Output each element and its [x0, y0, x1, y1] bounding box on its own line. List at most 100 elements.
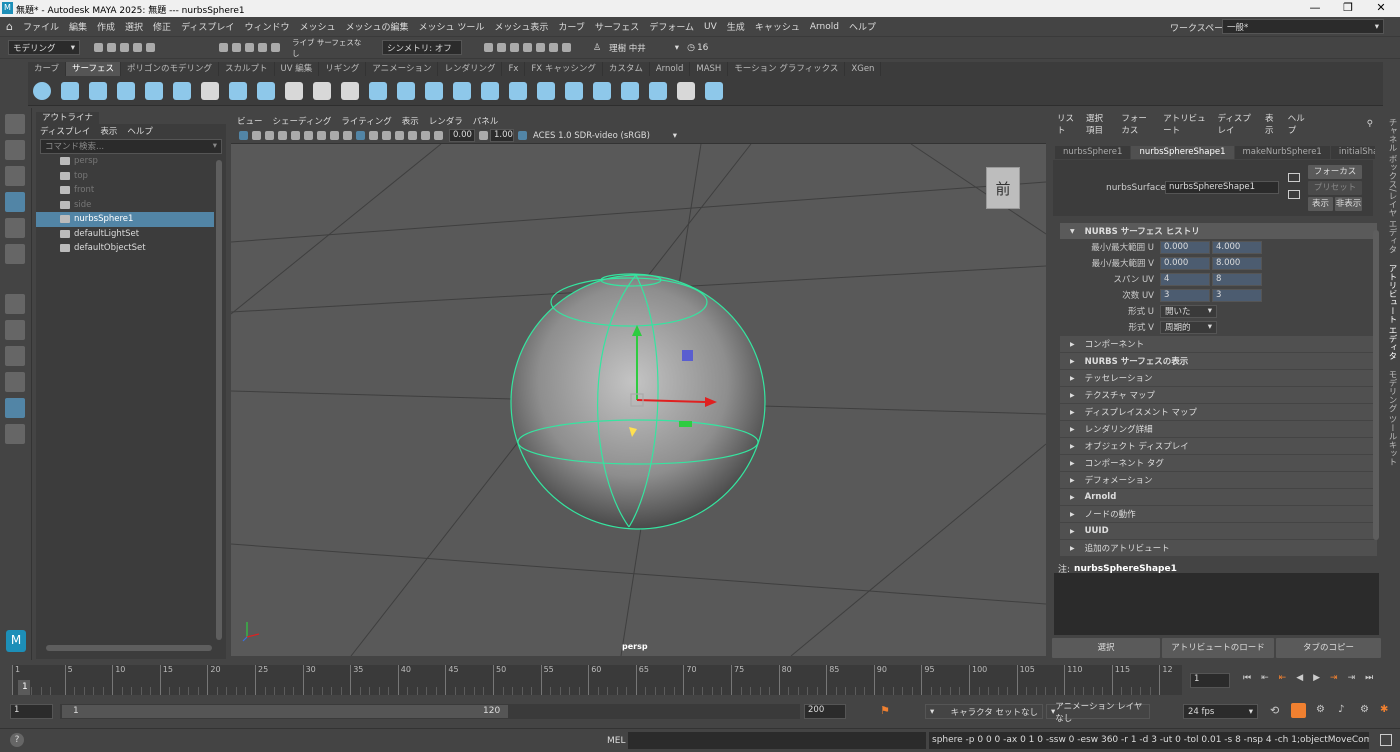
- fps-select[interactable]: 24 fps ▾: [1183, 704, 1258, 719]
- curve-tool-icon[interactable]: [5, 294, 25, 314]
- side-tab-channel-box[interactable]: チャネル ボックス/レイヤ エディタ: [1386, 118, 1398, 254]
- outliner-item[interactable]: nurbsSphere1: [36, 212, 214, 227]
- attr-field-b[interactable]: 3: [1212, 288, 1262, 302]
- paint-select-icon[interactable]: [5, 166, 25, 186]
- nurbs-cylinder-icon[interactable]: [89, 81, 107, 100]
- end-frame-field[interactable]: 200: [804, 704, 846, 719]
- grid-icon[interactable]: [317, 131, 326, 140]
- ae-menu-attributes[interactable]: アトリビュート: [1163, 112, 1207, 136]
- snap-curve-icon[interactable]: [232, 43, 241, 52]
- section-header[interactable]: Arnold: [1060, 489, 1377, 505]
- ae-menu-help[interactable]: ヘルプ: [1288, 112, 1307, 136]
- menu-item-7[interactable]: メッシュ: [299, 20, 335, 33]
- move-tool-icon[interactable]: [5, 192, 25, 212]
- prev-key-icon[interactable]: ⇤: [1279, 673, 1287, 683]
- outliner-menu-show[interactable]: 表示: [100, 125, 117, 137]
- anim-layer-select[interactable]: ▾ アニメーション レイヤなし: [1046, 702, 1150, 724]
- section-header[interactable]: レンダリング詳細: [1060, 421, 1377, 437]
- mode-select[interactable]: モデリング ▾: [8, 40, 80, 55]
- shelf-tab-8[interactable]: Fx: [502, 62, 526, 76]
- loft-icon[interactable]: [229, 81, 247, 100]
- ae-menu-display[interactable]: ディスプレイ: [1217, 112, 1255, 136]
- snap-point-icon[interactable]: [245, 43, 254, 52]
- shelf-tab-3[interactable]: スカルプト: [219, 62, 275, 76]
- time-editor-icon[interactable]: ✱: [1380, 704, 1388, 715]
- image-plane-icon[interactable]: [278, 131, 287, 140]
- side-tab-modeling-toolkit[interactable]: モデリング ツールキット: [1386, 370, 1398, 466]
- shelf-tab-0[interactable]: カーブ: [28, 62, 66, 76]
- shelf-tab-5[interactable]: リギング: [319, 62, 367, 76]
- outliner-item[interactable]: defaultObjectSet: [36, 241, 214, 256]
- nurbs-sphere-icon[interactable]: [33, 81, 51, 100]
- section-header[interactable]: NURBS サーフェスの表示: [1060, 353, 1377, 369]
- ae-scrollbar[interactable]: [1373, 230, 1379, 540]
- arnold-render-icon[interactable]: [549, 43, 558, 52]
- outliner-item[interactable]: side: [36, 198, 214, 213]
- render-frame-icon[interactable]: [484, 43, 493, 52]
- menu-item-12[interactable]: サーフェス: [595, 20, 639, 33]
- film-gate-icon[interactable]: [291, 131, 300, 140]
- pin-icon[interactable]: ⚲: [1367, 119, 1373, 129]
- play-backward-icon[interactable]: ◀: [1296, 673, 1303, 683]
- extend-icon[interactable]: [621, 81, 639, 100]
- sound-icon[interactable]: ♪: [1338, 704, 1344, 715]
- viewport-menu-2[interactable]: ライティング: [341, 115, 391, 127]
- attr-field-a[interactable]: 3: [1160, 288, 1210, 302]
- outliner-search-input[interactable]: コマンド検索... ▾: [40, 138, 222, 154]
- viewport-menu-3[interactable]: 表示: [402, 115, 419, 127]
- camera-lock-icon[interactable]: [252, 131, 261, 140]
- range-fill[interactable]: [62, 705, 508, 718]
- attr-field-a[interactable]: 4: [1160, 272, 1210, 286]
- notes-textarea[interactable]: [1054, 573, 1379, 635]
- snap-surface-icon[interactable]: [271, 43, 280, 52]
- section-header[interactable]: コンポーネント タグ: [1060, 455, 1377, 471]
- menu-item-3[interactable]: 選択: [125, 20, 143, 33]
- menu-item-15[interactable]: 生成: [727, 20, 745, 33]
- viewport-menu-4[interactable]: レンダラ: [429, 115, 463, 127]
- cache-playback-icon[interactable]: [1291, 703, 1306, 718]
- align-icon[interactable]: [537, 81, 555, 100]
- menu-item-8[interactable]: メッシュの編集: [345, 20, 408, 33]
- load-attributes-button[interactable]: アトリビュートのロード: [1162, 638, 1274, 658]
- play-forward-icon[interactable]: ▶: [1313, 673, 1320, 683]
- notification-count[interactable]: 16: [697, 43, 708, 53]
- lasso-tool-icon[interactable]: [5, 140, 25, 160]
- focus-button[interactable]: フォーカス: [1308, 165, 1362, 179]
- two-view-icon[interactable]: [5, 372, 25, 392]
- redo-icon[interactable]: [146, 43, 155, 52]
- script-language-toggle[interactable]: MEL: [607, 736, 625, 746]
- hypershade-icon[interactable]: [536, 43, 545, 52]
- gamma-icon[interactable]: [479, 131, 488, 140]
- attach-icon[interactable]: [481, 81, 499, 100]
- nurbs-cone-icon[interactable]: [117, 81, 135, 100]
- viewport-menu-0[interactable]: ビュー: [237, 115, 263, 127]
- open-scene-icon[interactable]: [107, 43, 116, 52]
- outliner-scrollbar[interactable]: [216, 160, 222, 640]
- shelf-tab-9[interactable]: FX キャッシング: [525, 62, 603, 76]
- menu-item-17[interactable]: Arnold: [810, 22, 839, 32]
- trim-icon[interactable]: [425, 81, 443, 100]
- user-select[interactable]: 理樹 中井 ▾: [605, 40, 684, 55]
- sculpt-icon[interactable]: [677, 81, 695, 100]
- nurbs-torus-icon[interactable]: [173, 81, 191, 100]
- wireframe-on-shaded-icon[interactable]: [356, 131, 365, 140]
- shelf-tab-7[interactable]: レンダリング: [438, 62, 503, 76]
- project-curve-icon[interactable]: [397, 81, 415, 100]
- menu-item-10[interactable]: メッシュ表示: [494, 20, 548, 33]
- shelf-tab-1[interactable]: サーフェス: [66, 62, 121, 76]
- workspace-select[interactable]: 一般* ▾: [1222, 19, 1384, 34]
- select-tool-icon[interactable]: [5, 114, 25, 134]
- undo-icon[interactable]: [133, 43, 142, 52]
- ae-tab-transform[interactable]: nurbsSphere1: [1055, 145, 1131, 159]
- maximize-button[interactable]: ❐: [1333, 1, 1363, 14]
- ipr-render-icon[interactable]: [510, 43, 519, 52]
- textured-icon[interactable]: [369, 131, 378, 140]
- intersect-icon[interactable]: [369, 81, 387, 100]
- ae-tab-shading-group[interactable]: initialSha: [1330, 145, 1375, 159]
- surface-edit-icon[interactable]: [705, 81, 723, 100]
- scale-tool-icon[interactable]: [5, 244, 25, 264]
- menu-item-16[interactable]: キャッシュ: [755, 20, 800, 33]
- shelf-tab-6[interactable]: アニメーション: [366, 62, 439, 76]
- untrim-icon[interactable]: [453, 81, 471, 100]
- menu-item-9[interactable]: メッシュ ツール: [418, 20, 484, 33]
